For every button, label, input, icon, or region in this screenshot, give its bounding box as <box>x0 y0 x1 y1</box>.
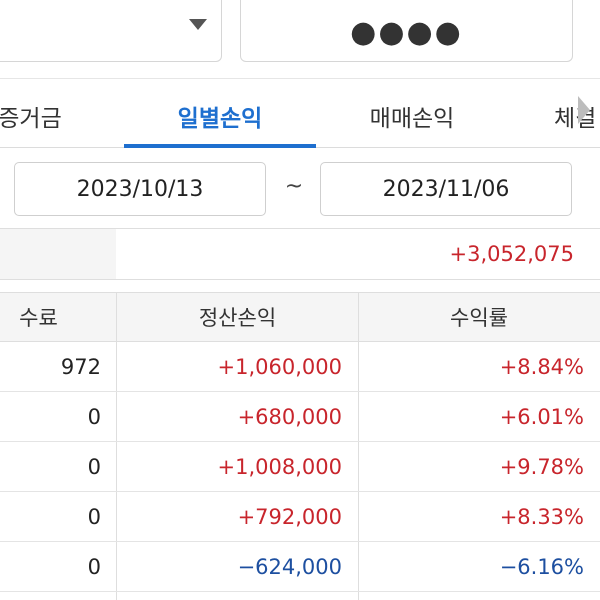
tab-label: 일별손익 <box>177 106 263 132</box>
header-settled-pnl: 정산손익 <box>198 306 277 330</box>
tab-label: 증거금 <box>0 106 62 132</box>
active-tab-indicator <box>124 144 316 148</box>
row-fee: 0 <box>87 405 101 429</box>
start-date-value: 2023/10/13 <box>76 176 204 202</box>
password-field[interactable]: ●●●● <box>240 0 573 62</box>
row-return-rate: +9.78% <box>499 455 584 479</box>
date-separator: ~ <box>284 174 304 199</box>
tab-margin[interactable]: 증거금 <box>0 84 100 148</box>
row-return-rate: −6.16% <box>499 555 584 579</box>
summary-total-value: +3,052,075 <box>116 229 574 279</box>
header-fee: 수료 <box>19 306 58 330</box>
row-settled-pnl: +1,008,000 <box>217 455 342 479</box>
row-fee: 0 <box>87 455 101 479</box>
account-select[interactable] <box>0 0 222 62</box>
scroll-right-icon[interactable] <box>578 96 590 124</box>
row-fee: 0 <box>87 505 101 529</box>
row-return-rate: +6.01% <box>499 405 584 429</box>
row-settled-pnl: +792,000 <box>237 505 342 529</box>
row-fee: 972 <box>60 355 101 379</box>
password-mask: ●●●● <box>350 14 463 50</box>
row-return-rate: +8.33% <box>499 505 584 529</box>
tab-daily-pnl[interactable]: 일별손익 <box>124 84 316 148</box>
row-settled-pnl: +680,000 <box>237 405 342 429</box>
divider <box>0 78 600 79</box>
tab-execution[interactable]: 체결 <box>554 84 600 148</box>
row-divider <box>0 591 600 592</box>
start-date-input[interactable]: 2023/10/13 <box>14 162 266 216</box>
row-fee: 0 <box>87 555 101 579</box>
row-settled-pnl: +1,060,000 <box>217 355 342 379</box>
row-settled-pnl: −624,000 <box>237 555 342 579</box>
end-date-value: 2023/11/06 <box>382 176 510 202</box>
chevron-down-icon <box>189 19 207 30</box>
total-pnl: +3,052,075 <box>449 242 574 266</box>
end-date-input[interactable]: 2023/11/06 <box>320 162 572 216</box>
summary-label-cell <box>0 229 116 279</box>
header-return-rate: 수익률 <box>450 306 508 330</box>
tab-trade-pnl[interactable]: 매매손익 <box>316 84 508 148</box>
tab-label: 매매손익 <box>369 106 455 132</box>
row-return-rate: +8.84% <box>499 355 584 379</box>
